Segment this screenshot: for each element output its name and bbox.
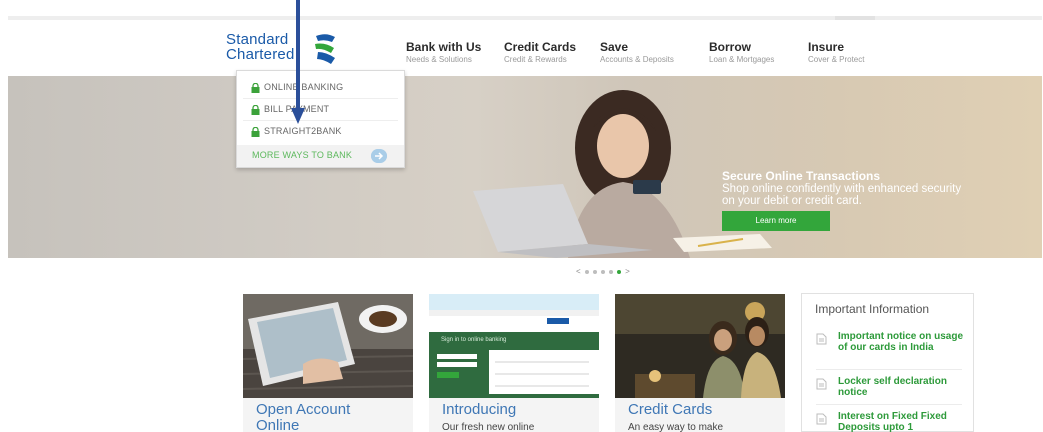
document-icon	[816, 378, 827, 390]
hero-copy: Secure Online Transactions Shop online c…	[722, 169, 1022, 208]
info-divider	[816, 369, 962, 370]
arrow-right-icon	[371, 149, 387, 163]
carousel-indicator: < >	[576, 266, 630, 278]
important-information-title: Important Information	[815, 302, 930, 316]
top-strip	[0, 0, 1043, 20]
nav-title: Save	[600, 40, 629, 54]
important-information-panel: Important Information Important notice o…	[801, 293, 974, 432]
lock-icon	[251, 126, 260, 137]
carousel-dot[interactable]	[592, 269, 597, 274]
nav-title: Bank with Us	[406, 40, 482, 54]
brand-name: Standard Chartered	[226, 32, 295, 62]
card-title-line1: Open Account	[256, 401, 351, 418]
nav-save[interactable]: Save Accounts & Deposits	[600, 40, 674, 65]
carousel-prev-button[interactable]: <	[576, 267, 581, 276]
brand-name-line2: Chartered	[226, 46, 295, 63]
screen-signin-text: Sign in to online banking	[441, 337, 507, 343]
document-icon	[816, 333, 827, 345]
nav-subtitle: Cover & Protect	[808, 55, 865, 64]
hero-text-line1: Shop online confidently with enhanced se…	[722, 183, 962, 195]
info-item-label: Important notice on usage of our cards i…	[838, 331, 964, 353]
card-open-account[interactable]: Open Account Online	[243, 294, 413, 432]
login-dropdown: ONLINE BANKING BILL PAYMENT STRAIGHT2BAN…	[236, 70, 405, 168]
lock-icon	[251, 104, 260, 115]
learn-more-button[interactable]: Learn more	[722, 211, 830, 231]
lock-icon	[251, 82, 260, 93]
nav-subtitle: Accounts & Deposits	[600, 55, 674, 64]
card-introducing[interactable]: Sign in to online banking Introducing Ou…	[429, 294, 599, 432]
nav-title: Credit Cards	[504, 40, 577, 54]
brand-name-line1: Standard	[226, 31, 289, 48]
hero-title: Secure Online Transactions	[722, 169, 881, 183]
more-ways-to-bank[interactable]: MORE WAYS TO BANK	[237, 145, 404, 167]
nav-title: Borrow	[709, 40, 751, 54]
menu-item-straight2bank[interactable]: STRAIGHT2BANK	[251, 121, 401, 141]
carousel-dot[interactable]	[584, 269, 589, 274]
nav-bank-with-us[interactable]: Bank with Us Needs & Solutions	[406, 40, 481, 65]
menu-item-online-banking[interactable]: ONLINE BANKING	[251, 77, 401, 97]
nav-credit-cards[interactable]: Credit Cards Credit & Rewards	[504, 40, 576, 65]
nav-subtitle: Loan & Mortgages	[709, 55, 775, 64]
card-title: Credit Cards	[628, 401, 713, 418]
info-item-label: Interest on Fixed Fixed Deposits upto 1	[838, 411, 947, 432]
card-couple-image	[615, 294, 785, 398]
menu-item-label: STRAIGHT2BANK	[264, 126, 342, 136]
annotation-arrow-icon	[291, 0, 305, 124]
nav-insure[interactable]: Insure Cover & Protect	[808, 40, 864, 65]
carousel-dot[interactable]	[600, 269, 605, 274]
card-laptop-image	[429, 294, 599, 398]
nav-title: Insure	[808, 40, 845, 54]
menu-item-bill-payment[interactable]: BILL PAYMENT	[251, 99, 401, 119]
hero-banner	[8, 76, 1042, 258]
card-description: An easy way to make	[628, 422, 724, 432]
info-item-label: Locker self declaration notice	[838, 376, 947, 398]
card-description: Our fresh new online	[442, 422, 535, 432]
carousel-dot-active[interactable]	[616, 269, 621, 274]
nav-subtitle: Needs & Solutions	[406, 55, 472, 64]
info-divider	[816, 404, 962, 405]
document-icon	[816, 413, 827, 425]
nav-borrow[interactable]: Borrow Loan & Mortgages	[709, 40, 774, 65]
carousel-next-button[interactable]: >	[625, 267, 630, 276]
card-title: Introducing	[442, 401, 517, 418]
more-ways-label: MORE WAYS TO BANK	[252, 150, 353, 160]
nav-subtitle: Credit & Rewards	[504, 55, 567, 64]
card-title-line2: Online	[256, 417, 300, 432]
brand-mark-icon	[315, 34, 335, 64]
card-title: Open Account Online	[256, 402, 350, 432]
hero-text-line2: on your debit or credit card.	[722, 195, 862, 207]
card-credit-cards[interactable]: Credit Cards An easy way to make	[615, 294, 785, 432]
card-tablet-image	[243, 294, 413, 398]
brand-logo[interactable]: Standard Chartered	[226, 32, 336, 72]
carousel-dot[interactable]	[608, 269, 613, 274]
